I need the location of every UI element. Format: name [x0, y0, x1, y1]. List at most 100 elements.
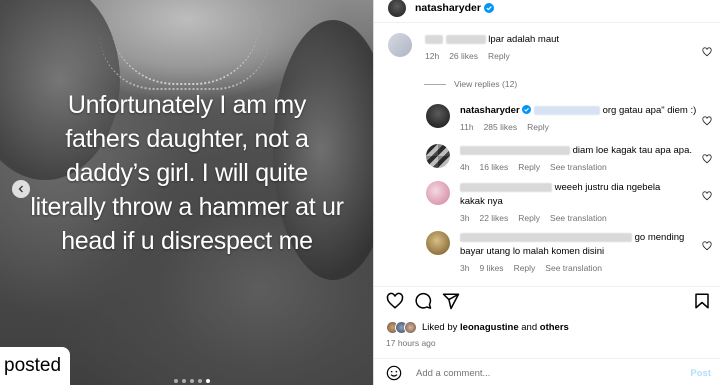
see-translation-button[interactable]: See translation — [550, 162, 607, 172]
author-avatar[interactable] — [426, 104, 450, 128]
see-translation-button[interactable]: See translation — [545, 263, 602, 273]
post-timestamp[interactable]: 17 hours ago — [386, 338, 436, 348]
commenter-avatar[interactable] — [426, 144, 450, 168]
add-comment-input[interactable] — [416, 367, 646, 379]
comment-likes[interactable]: 22 likes — [479, 213, 508, 223]
liker-username[interactable]: leonagustine — [460, 322, 519, 333]
author-username[interactable]: natasharyder — [415, 2, 481, 14]
reply-item: natasharyder org gatau apa" diem :) 11h … — [426, 104, 696, 132]
blurred-mention — [533, 105, 600, 115]
like-comment-heart-icon[interactable] — [702, 113, 712, 126]
like-comment-heart-icon[interactable] — [702, 188, 712, 201]
blurred-text — [425, 34, 443, 44]
comment-likes[interactable]: 9 likes — [479, 263, 503, 273]
reply-item: weeeh justru dia ngebela kakak nya 3h 22… — [426, 181, 660, 223]
comment-time: 4h — [460, 162, 470, 172]
reply-button[interactable]: Reply — [514, 263, 536, 273]
caption-line: head if u disrespect me — [61, 227, 313, 255]
comment-text: lpar adalah maut — [425, 33, 559, 47]
verified-badge-icon — [522, 105, 532, 114]
carousel-dot-active[interactable] — [206, 379, 210, 383]
commenter-avatar[interactable] — [426, 181, 450, 205]
blurred-text — [460, 182, 552, 192]
comments-panel: natasharyder lpar adalah maut 12h 26 lik… — [373, 0, 720, 385]
author-avatar[interactable] — [388, 0, 406, 17]
post-media[interactable]: Unfortunately I am my fathers daughter, … — [0, 0, 373, 385]
posted-badge: posted — [0, 347, 70, 385]
likes-text: Liked by leonagustine and others — [422, 322, 569, 333]
commenter-avatar[interactable] — [388, 33, 412, 57]
caption-line: fathers daughter, not a — [65, 125, 309, 153]
comment-meta: 3h 22 likes Reply See translation — [460, 213, 660, 223]
post-action-bar — [374, 290, 720, 316]
post-comment-button[interactable]: Post — [690, 368, 711, 379]
comment-likes[interactable]: 26 likes — [449, 51, 478, 61]
carousel-dot[interactable] — [174, 379, 178, 383]
comment-text: natasharyder org gatau apa" diem :) — [460, 104, 696, 118]
likes-connector: and — [518, 322, 540, 333]
post-header: natasharyder — [374, 0, 720, 22]
comment-likes[interactable]: 16 likes — [479, 162, 508, 172]
comment-body: go mending — [634, 232, 685, 243]
see-translation-button[interactable]: See translation — [550, 213, 607, 223]
blurred-text — [460, 145, 570, 155]
comment-text: diam loe kagak tau apa apa. — [460, 144, 692, 158]
comment-time: 3h — [460, 263, 470, 273]
comment-body: diam loe kagak tau apa apa. — [572, 145, 693, 156]
carousel-prev-button[interactable] — [12, 180, 30, 198]
bookmark-icon[interactable] — [693, 292, 711, 310]
carousel-dots — [174, 379, 210, 383]
reply-button[interactable]: Reply — [527, 122, 549, 132]
carousel-dot[interactable] — [198, 379, 202, 383]
liker-avatar[interactable] — [404, 321, 417, 334]
commenter-avatar[interactable] — [426, 231, 450, 255]
caption-line: Unfortunately I am my — [67, 91, 307, 119]
reply-button[interactable]: Reply — [518, 162, 540, 172]
comment-meta: 11h 285 likes Reply — [460, 122, 696, 132]
comment-likes[interactable]: 285 likes — [484, 122, 518, 132]
replies-line — [424, 83, 446, 85]
carousel-dot[interactable] — [190, 379, 194, 383]
emoji-icon[interactable] — [386, 365, 402, 381]
comment-meta: 12h 26 likes Reply — [425, 51, 559, 61]
comment-time: 11h — [460, 122, 474, 132]
media-caption: Unfortunately I am my fathers daughter, … — [12, 88, 362, 258]
chevron-left-icon — [18, 185, 23, 193]
like-comment-heart-icon[interactable] — [702, 151, 712, 164]
view-replies-button[interactable]: View replies (12) — [424, 79, 517, 89]
reply-username[interactable]: natasharyder — [460, 105, 520, 116]
divider — [374, 22, 720, 23]
reply-button[interactable]: Reply — [488, 51, 510, 61]
comment-body: org gatau apa" diem :) — [602, 105, 697, 116]
comment-body: lpar adalah maut — [488, 34, 560, 45]
comment-time: 12h — [425, 51, 440, 61]
comment-meta: 4h 16 likes Reply See translation — [460, 162, 692, 172]
comment-body-continued: kakak nya — [460, 196, 503, 207]
view-replies-label: View replies (12) — [454, 79, 518, 89]
likes-prefix: Liked by — [422, 322, 461, 333]
like-comment-heart-icon[interactable] — [702, 44, 712, 57]
share-icon[interactable] — [442, 292, 460, 310]
comment-body: weeeh justru dia ngebela — [554, 182, 661, 193]
reply-item: diam loe kagak tau apa apa. 4h 16 likes … — [426, 144, 692, 172]
comment-text: go mending bayar utang lo malah komen di… — [460, 231, 684, 259]
comment-item: lpar adalah maut 12h 26 likes Reply — [388, 33, 559, 61]
caption-line: daddy’s girl. I will quite — [66, 159, 308, 187]
comment-icon[interactable] — [414, 292, 432, 310]
caption-line: literally throw a hammer at ur — [30, 193, 344, 221]
likes-summary: Liked by leonagustine and others — [386, 321, 569, 334]
add-comment-bar: Post — [374, 361, 720, 385]
comment-text: weeeh justru dia ngebela kakak nya — [460, 181, 660, 209]
comment-meta: 3h 9 likes Reply See translation — [460, 263, 684, 273]
likes-others-link[interactable]: others — [540, 322, 569, 333]
like-comment-heart-icon[interactable] — [702, 238, 712, 251]
heart-icon[interactable] — [386, 292, 404, 310]
comment-time: 3h — [460, 213, 470, 223]
reply-item: go mending bayar utang lo malah komen di… — [426, 231, 684, 273]
comment-body-continued: bayar utang lo malah komen disini — [460, 246, 605, 257]
carousel-dot[interactable] — [182, 379, 186, 383]
blurred-text — [460, 232, 632, 242]
divider — [374, 358, 720, 359]
reply-button[interactable]: Reply — [518, 213, 540, 223]
verified-badge-icon — [483, 3, 494, 13]
